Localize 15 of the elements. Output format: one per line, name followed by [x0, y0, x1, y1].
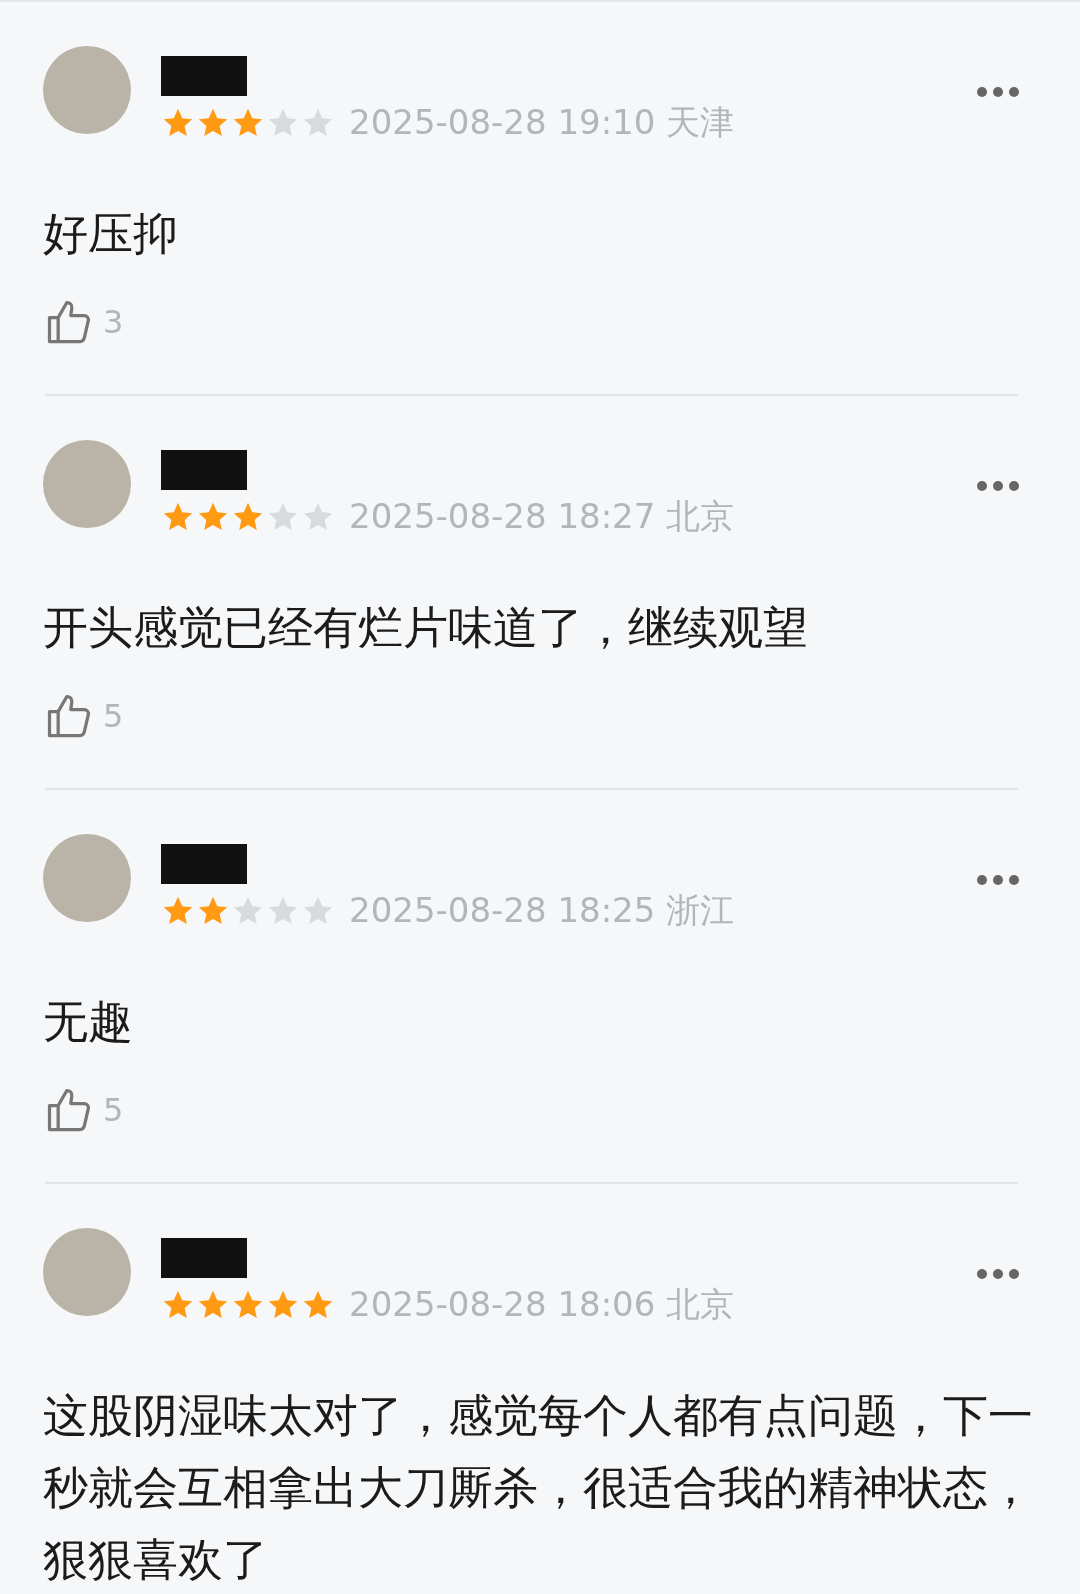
more-icon[interactable] [976, 874, 1020, 886]
comment-text: 无趣 [43, 994, 134, 1050]
like-count: 5 [103, 697, 124, 735]
like-count: 3 [103, 303, 124, 341]
more-icon[interactable] [976, 480, 1020, 492]
like-count: 5 [103, 1091, 124, 1129]
more-icon[interactable] [976, 86, 1020, 98]
comment-text: 这股阴湿味太对了，感觉每个人都有点问题，下一秒就会互相拿出大刀厮杀，很适合我的精神状态，狠狠喜欢了 [43, 1388, 1034, 1588]
date-location: 2025-08-28 18:27 北京 [349, 495, 735, 538]
comment-text: 开头感觉已经有烂片味道了，继续观望 [43, 600, 809, 656]
more-icon[interactable] [976, 1268, 1020, 1280]
date-location: 2025-08-28 18:06 北京 [349, 1283, 735, 1326]
date-location: 2025-08-28 19:10 天津 [349, 101, 735, 144]
date-location: 2025-08-28 18:25 浙江 [349, 889, 735, 932]
comment-text: 好压抑 [43, 206, 179, 262]
